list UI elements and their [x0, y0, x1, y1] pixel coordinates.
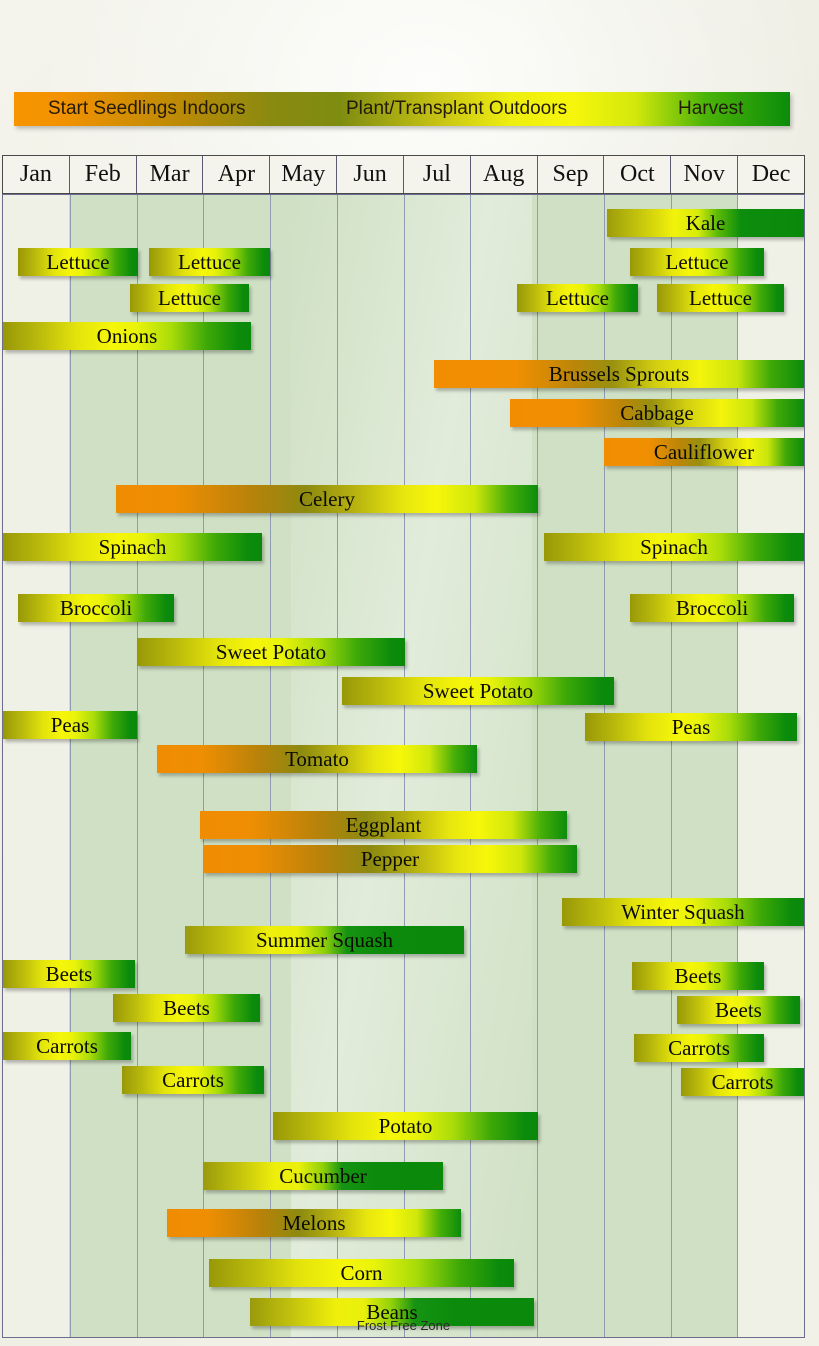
crop-bar-label: Lettuce: [689, 286, 752, 310]
crop-bar-cucumber[interactable]: Cucumber: [203, 1162, 443, 1190]
crop-bar-beets[interactable]: Beets: [113, 994, 260, 1022]
gridline-feb: [70, 195, 71, 1337]
month-header-apr: Apr: [203, 156, 271, 193]
month-header-aug: Aug: [471, 156, 538, 193]
crop-bar-label: Winter Squash: [621, 900, 745, 924]
crop-bar-label: Potato: [378, 1114, 433, 1138]
crop-bar-label: Beets: [715, 998, 762, 1022]
crop-bar-pepper[interactable]: Pepper: [203, 845, 577, 873]
crop-bar-label: Lettuce: [46, 250, 110, 274]
planting-calendar-page: Start Seedlings Indoors Plant/Transplant…: [0, 0, 819, 1346]
crop-bar-label: Summer Squash: [255, 928, 394, 952]
crop-bar-lettuce[interactable]: Lettuce: [517, 284, 638, 312]
crop-bar-tomato[interactable]: Tomato: [157, 745, 477, 773]
month-header-row: Jan Feb Mar Apr May Jun Jul Aug Sep Oct Nov Dec: [2, 155, 805, 194]
crop-bar-label: Carrots: [668, 1036, 730, 1060]
crop-bar-beets[interactable]: Beets: [3, 960, 135, 988]
cold-zone-left: [3, 195, 69, 1337]
crop-bar-label: Spinach: [640, 535, 708, 559]
crop-bar-spinach[interactable]: Spinach: [544, 533, 804, 561]
crop-bar-sweet-potato[interactable]: Sweet Potato: [137, 638, 405, 666]
gridline-mar: [137, 195, 138, 1337]
legend-label-seedlings: Start Seedlings Indoors: [48, 98, 246, 119]
crop-bar-lettuce[interactable]: Lettuce: [149, 248, 270, 276]
crop-bar-label: Lettuce: [178, 250, 241, 274]
crop-bar-carrots[interactable]: Carrots: [122, 1066, 264, 1094]
crop-bar-label: Eggplant: [345, 813, 422, 837]
crop-bar-label: Corn: [340, 1261, 383, 1285]
crop-bar-label: Beets: [674, 964, 722, 988]
crop-bar-lettuce[interactable]: Lettuce: [630, 248, 764, 276]
crop-bar-broccoli[interactable]: Broccoli: [630, 594, 794, 622]
crop-bar-label: Onions: [96, 324, 158, 348]
legend-gradient-bar: Start Seedlings Indoors Plant/Transplant…: [14, 92, 790, 126]
crop-bar-eggplant[interactable]: Eggplant: [200, 811, 567, 839]
crop-bar-lettuce[interactable]: Lettuce: [18, 248, 138, 276]
crop-bar-kale[interactable]: Kale: [607, 209, 804, 237]
month-header-nov: Nov: [671, 156, 739, 193]
month-header-feb: Feb: [70, 156, 137, 193]
month-header-oct: Oct: [604, 156, 672, 193]
crop-bar-corn[interactable]: Corn: [209, 1259, 514, 1287]
crop-bar-label: Beets: [163, 996, 210, 1020]
crop-bar-label: Lettuce: [158, 286, 221, 310]
crop-bar-label: Cauliflower: [653, 440, 755, 464]
crop-bar-label: Spinach: [98, 535, 167, 559]
crop-bar-label: Kale: [685, 211, 726, 235]
crop-bar-winter-squash[interactable]: Winter Squash: [562, 898, 804, 926]
month-header-sep: Sep: [538, 156, 605, 193]
legend-label-transplant: Plant/Transplant Outdoors: [346, 98, 568, 119]
crop-bar-carrots[interactable]: Carrots: [681, 1068, 804, 1096]
crop-bar-carrots[interactable]: Carrots: [634, 1034, 764, 1062]
crop-bar-label: Cucumber: [279, 1164, 367, 1188]
crop-bar-label: Peas: [671, 715, 711, 739]
crop-bar-label: Carrots: [36, 1034, 98, 1058]
crop-bar-label: Beets: [45, 962, 93, 986]
crop-bar-carrots[interactable]: Carrots: [3, 1032, 131, 1060]
crop-bar-summer-squash[interactable]: Summer Squash: [185, 926, 464, 954]
crop-bar-label: Tomato: [285, 747, 349, 771]
month-header-jul: Jul: [404, 156, 471, 193]
month-header-mar: Mar: [137, 156, 204, 193]
crop-bar-sweet-potato[interactable]: Sweet Potato: [342, 677, 614, 705]
crop-bar-celery[interactable]: Celery: [116, 485, 538, 513]
crop-bar-label: Lettuce: [546, 286, 609, 310]
crop-bar-label: Melons: [282, 1211, 346, 1235]
crop-bar-cauliflower[interactable]: Cauliflower: [604, 438, 804, 466]
crop-bar-label: Sweet Potato: [422, 679, 534, 703]
month-header-jan: Jan: [3, 156, 70, 193]
month-header-jun: Jun: [337, 156, 404, 193]
crop-bar-label: Cabbage: [620, 401, 694, 425]
crop-bar-label: Peas: [50, 713, 90, 737]
crop-bar-beets[interactable]: Beets: [632, 962, 764, 990]
frost-free-zone-label: Frost Free Zone: [356, 1318, 451, 1333]
crop-bar-beets[interactable]: Beets: [677, 996, 800, 1024]
crop-bar-spinach[interactable]: Spinach: [3, 533, 262, 561]
crop-bar-brussels-sprouts[interactable]: Brussels Sprouts: [434, 360, 804, 388]
month-header-may: May: [270, 156, 338, 193]
crop-bar-peas[interactable]: Peas: [585, 713, 797, 741]
crop-bar-onions[interactable]: Onions: [3, 322, 251, 350]
legend-label-harvest: Harvest: [678, 98, 744, 119]
crop-bar-melons[interactable]: Melons: [167, 1209, 461, 1237]
crop-bar-peas[interactable]: Peas: [3, 711, 137, 739]
month-header-dec: Dec: [751, 161, 791, 187]
crop-bar-potato[interactable]: Potato: [273, 1112, 538, 1140]
crop-bar-lettuce[interactable]: Lettuce: [657, 284, 784, 312]
crop-bar-broccoli[interactable]: Broccoli: [18, 594, 174, 622]
calendar-grid: Kale Lettuce Lettuce Lettuce Lettuce Lettuce L…: [2, 194, 805, 1338]
crop-bar-label: Sweet Potato: [215, 640, 327, 664]
crop-bar-label: Celery: [299, 487, 355, 511]
crop-bar-label: Carrots: [162, 1068, 224, 1092]
crop-bar-lettuce[interactable]: Lettuce: [130, 284, 249, 312]
crop-bar-cabbage[interactable]: Cabbage: [510, 399, 804, 427]
crop-bar-label: Pepper: [360, 847, 420, 871]
crop-bar-label: Broccoli: [59, 596, 133, 620]
crop-bar-label: Broccoli: [675, 596, 749, 620]
crop-bar-label: Carrots: [711, 1070, 774, 1094]
crop-bar-label: Brussels Sprouts: [548, 362, 690, 386]
crop-bar-label: Lettuce: [665, 250, 729, 274]
